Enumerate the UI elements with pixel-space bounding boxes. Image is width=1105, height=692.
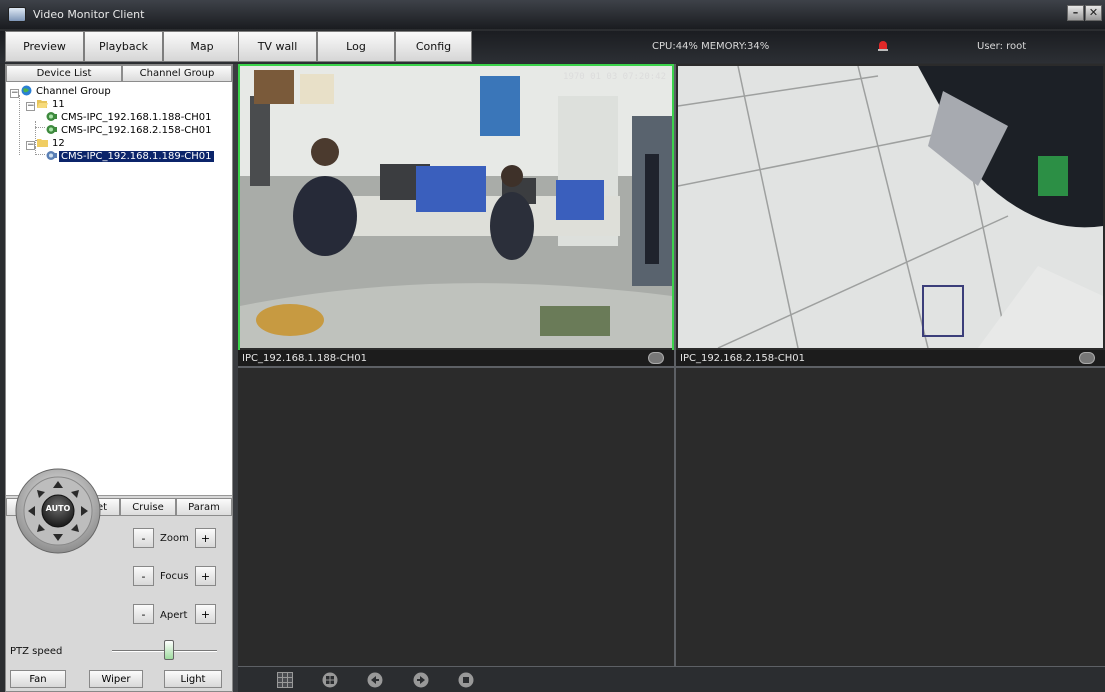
zoom-minus-button[interactable]: -: [133, 528, 154, 548]
window-title: Video Monitor Client: [33, 8, 145, 21]
video-pane-2[interactable]: IPC_192.168.2.158-CH01: [676, 64, 1105, 366]
folder-open-icon: [37, 100, 48, 108]
tab-map[interactable]: Map: [163, 31, 241, 62]
wiper-button[interactable]: Wiper: [89, 670, 143, 688]
ptz-speed-label: PTZ speed: [10, 646, 63, 657]
pane-channel-label: IPC_192.168.1.188-CH01: [242, 353, 367, 364]
current-user: User: root: [977, 41, 1027, 52]
fan-button[interactable]: Fan: [10, 670, 66, 688]
channel-tree: − Channel Group −11 CMS-IPC_192.168.1.188…: [6, 83, 232, 491]
light-button[interactable]: Light: [164, 670, 222, 688]
camera-feed-office: [240, 66, 672, 348]
ptz-auto-button[interactable]: AUTO: [43, 504, 73, 513]
title-bar: Video Monitor Client – ✕: [0, 0, 1105, 29]
tree-channel-selected[interactable]: CMS-IPC_192.168.1.189-CH01: [46, 150, 214, 163]
tree-channel-label: CMS-IPC_192.168.1.188-CH01: [61, 112, 212, 123]
main-toolbar: Preview Playback Map TV wall Log Config …: [0, 31, 1105, 63]
apert-minus-button[interactable]: -: [133, 604, 154, 624]
tab-config[interactable]: Config: [395, 31, 472, 62]
tab-channel-group[interactable]: Channel Group: [122, 65, 232, 82]
tab-preview[interactable]: Preview: [5, 31, 84, 62]
folder-icon: [37, 139, 48, 147]
record-icon[interactable]: [648, 352, 664, 364]
apert-plus-button[interactable]: +: [195, 604, 216, 624]
left-panel: Device List Channel Group − Channel Group…: [5, 64, 233, 692]
alarm-icon[interactable]: [877, 39, 889, 51]
tree-channel[interactable]: CMS-IPC_192.168.2.158-CH01: [46, 124, 214, 137]
osd-timestamp: 1970 01 03 07:20:42: [563, 72, 666, 82]
minimize-button[interactable]: –: [1067, 5, 1084, 21]
video-pane-4[interactable]: [676, 368, 1105, 666]
tab-tv-wall[interactable]: TV wall: [238, 31, 317, 62]
globe-icon: [21, 85, 32, 96]
ptz-speed-thumb[interactable]: [164, 640, 175, 660]
video-grid: 1970 01 03 07:20:42 IPC_192.168.1.188-CH…: [238, 64, 1105, 667]
tree-group-label: 11: [52, 99, 65, 110]
video-pane-1[interactable]: 1970 01 03 07:20:42 IPC_192.168.1.188-CH…: [238, 64, 674, 366]
zoom-label: Zoom: [160, 533, 189, 544]
stop-all-icon[interactable]: [458, 672, 474, 688]
camera-icon: [46, 112, 57, 121]
tree-group-label: 12: [52, 138, 65, 149]
focus-minus-button[interactable]: -: [133, 566, 154, 586]
tree-root[interactable]: − Channel Group: [10, 85, 113, 98]
focus-plus-button[interactable]: +: [195, 566, 216, 586]
tree-channel[interactable]: CMS-IPC_192.168.1.188-CH01: [46, 111, 214, 124]
collapse-icon[interactable]: −: [26, 102, 35, 111]
tree-channel-label: CMS-IPC_192.168.2.158-CH01: [61, 125, 212, 136]
previous-page-icon[interactable]: [367, 672, 383, 688]
collapse-icon[interactable]: −: [26, 141, 35, 150]
tree-root-label: Channel Group: [36, 86, 111, 97]
split-screen-icon[interactable]: [322, 672, 338, 688]
focus-label: Focus: [160, 571, 189, 582]
tab-cruise[interactable]: Cruise: [120, 498, 176, 516]
tree-group[interactable]: − 11: [26, 98, 67, 111]
tab-param[interactable]: Param: [176, 498, 232, 516]
camera-icon: [46, 125, 57, 134]
collapse-icon[interactable]: −: [10, 89, 19, 98]
next-page-icon[interactable]: [413, 672, 429, 688]
tab-log[interactable]: Log: [317, 31, 395, 62]
zoom-plus-button[interactable]: +: [195, 528, 216, 548]
tab-device-list[interactable]: Device List: [6, 65, 122, 82]
camera-icon: [46, 151, 57, 160]
camera-feed-ceiling: [678, 66, 1103, 348]
pane-channel-label: IPC_192.168.2.158-CH01: [680, 353, 805, 364]
close-button[interactable]: ✕: [1085, 5, 1102, 21]
video-pane-3[interactable]: [238, 368, 674, 666]
tree-group[interactable]: − 12: [26, 137, 67, 150]
apert-label: Apert: [160, 610, 188, 621]
layout-grid-icon[interactable]: [277, 672, 293, 688]
record-icon[interactable]: [1079, 352, 1095, 364]
tab-playback[interactable]: Playback: [84, 31, 163, 62]
cpu-memory-status: CPU:44% MEMORY:34%: [652, 41, 770, 52]
tree-channel-label: CMS-IPC_192.168.1.189-CH01: [59, 151, 214, 162]
app-icon: [8, 7, 26, 22]
